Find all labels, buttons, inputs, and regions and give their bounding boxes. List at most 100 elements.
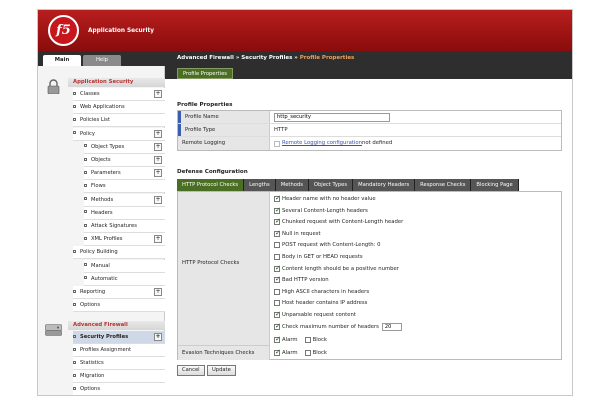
- bullet-icon: [73, 104, 76, 108]
- checks-alarm-block-row: Alarm Block: [274, 335, 327, 345]
- section-title-defense: Defense Configuration: [177, 169, 248, 175]
- protocol-check-label: Unparsable request content: [282, 312, 356, 318]
- breadcrumb-firewall[interactable]: Advanced Firewall: [177, 55, 234, 61]
- expand-icon[interactable]: +: [154, 169, 162, 178]
- protocol-check-checkbox[interactable]: [274, 275, 281, 284]
- tab-object-types[interactable]: Object Types: [308, 179, 354, 191]
- tab-main[interactable]: Main: [43, 55, 81, 66]
- sidebar-item-parameters[interactable]: Parameters +: [84, 167, 165, 181]
- protocol-check-checkbox[interactable]: [274, 217, 281, 226]
- tab-blocking-page[interactable]: Blocking Page: [471, 179, 519, 191]
- sidebar-item-fw-options[interactable]: Options: [73, 383, 165, 395]
- evasion-alarm-checkbox[interactable]: [274, 348, 281, 356]
- nav-label: Policies List: [80, 117, 110, 124]
- sidebar-item-policy-building[interactable]: Policy Building: [73, 246, 165, 260]
- tab-lengths[interactable]: Lengths: [244, 179, 276, 191]
- protocol-check-row: Host header contains IP address: [274, 298, 367, 308]
- expand-icon[interactable]: +: [154, 288, 162, 296]
- alarm-label: Alarm: [282, 350, 298, 356]
- expand-icon[interactable]: +: [154, 90, 162, 98]
- group-title-adv-firewall: Advanced Firewall: [68, 321, 165, 330]
- alarm-label: Alarm: [282, 337, 298, 343]
- expand-icon[interactable]: +: [154, 195, 162, 204]
- protocol-check-row: Bad HTTP version: [274, 275, 329, 285]
- protocol-check-checkbox[interactable]: [274, 300, 280, 307]
- lock-icon: [47, 79, 60, 94]
- sidebar-item-web-applications[interactable]: Web Applications: [73, 101, 165, 115]
- tab-mandatory-headers[interactable]: Mandatory Headers: [353, 179, 416, 191]
- bullet-icon: [73, 289, 76, 293]
- sidebar-item-fw-statistics[interactable]: Statistics: [73, 357, 165, 370]
- protocol-check-checkbox[interactable]: [274, 206, 281, 214]
- sidebar-item-headers[interactable]: Headers: [84, 206, 165, 220]
- sidebar-item-options[interactable]: Options: [73, 299, 165, 313]
- nav-label: Reporting: [80, 289, 106, 295]
- tab-profile-properties[interactable]: Profile Properties: [177, 68, 233, 79]
- protocol-check-row: Several Content-Length headers: [274, 206, 368, 216]
- max-headers-input[interactable]: [381, 322, 402, 331]
- protocol-check-checkbox[interactable]: [274, 310, 281, 318]
- protocol-check-checkbox[interactable]: [274, 288, 280, 295]
- http-protocol-checks-label: HTTP Protocol Checks: [178, 192, 270, 334]
- protocol-check-row: Null in request: [274, 229, 321, 239]
- protocol-check-label: Content length should be a positive numb…: [282, 265, 399, 272]
- remote-logging-link[interactable]: Remote Logging configuration: [282, 137, 362, 150]
- protocol-check-checkbox[interactable]: [274, 242, 280, 249]
- evasion-block-checkbox[interactable]: [304, 350, 311, 356]
- sidebar-item-xml-profiles[interactable]: XML Profiles +: [84, 233, 165, 247]
- remote-logging-status: not defined: [361, 140, 393, 146]
- nav-label: Policy: [80, 130, 95, 137]
- block-label: Block: [312, 337, 327, 343]
- tab-response-checks[interactable]: Response Checks: [415, 179, 472, 191]
- sidebar-item-objects[interactable]: Objects +: [84, 154, 165, 167]
- nav-label: Objects: [91, 157, 111, 163]
- sidebar-item-methods[interactable]: Methods +: [84, 193, 165, 207]
- protocol-check-label: Host header contains IP address: [282, 300, 368, 307]
- protocol-check-checkbox[interactable]: [274, 194, 281, 202]
- tab-methods[interactable]: Methods: [275, 179, 309, 191]
- tab-help[interactable]: Help: [83, 55, 121, 66]
- update-button[interactable]: Update: [207, 365, 236, 376]
- protocol-check-label: Header name with no header value: [282, 196, 376, 202]
- breadcrumb-current: Profile Properties: [299, 55, 355, 61]
- nav-label: Security Profiles: [80, 334, 129, 340]
- checks-block-checkbox[interactable]: [304, 337, 311, 343]
- tab-http-protocol-checks[interactable]: HTTP Protocol Checks: [177, 179, 245, 191]
- expand-icon[interactable]: +: [154, 142, 162, 151]
- protocol-check-label: Chunked request with Content-Length head…: [282, 219, 404, 226]
- checks-alarm-checkbox[interactable]: [274, 335, 281, 343]
- profile-name-input[interactable]: [274, 112, 390, 122]
- sidebar-item-attack-signatures[interactable]: Attack Signatures: [84, 220, 165, 233]
- sidebar-item-fw-profiles-assignment[interactable]: Profiles Assignment: [73, 344, 165, 357]
- protocol-check-checkbox[interactable]: [274, 264, 281, 272]
- bullet-icon: [84, 263, 87, 267]
- bullet-icon: [84, 144, 87, 148]
- sidebar-item-object-types[interactable]: Object Types +: [84, 140, 165, 154]
- cancel-button[interactable]: Cancel: [177, 365, 205, 376]
- sidebar-item-fw-migration[interactable]: Migration: [73, 370, 165, 383]
- bullet-icon: [73, 131, 76, 135]
- remote-logging-checkbox[interactable]: [274, 140, 280, 147]
- sidebar-item-fw-security-profiles[interactable]: Security Profiles +: [73, 331, 165, 344]
- bullet-icon: [84, 223, 87, 227]
- sidebar-item-policies-list[interactable]: Policies List: [73, 114, 165, 128]
- sidebar-item-policy[interactable]: Policy +: [73, 127, 165, 141]
- protocol-check-checkbox[interactable]: [274, 254, 280, 260]
- expand-icon[interactable]: +: [154, 129, 162, 138]
- breadcrumb-profiles[interactable]: Security Profiles: [241, 55, 292, 61]
- expand-icon[interactable]: +: [154, 156, 162, 164]
- sidebar-item-flows[interactable]: Flows: [84, 180, 165, 194]
- protocol-check-label: POST request with Content-Length: 0: [282, 242, 381, 249]
- profile-type-label: Profile Type: [178, 124, 270, 136]
- protocol-check-row: Check maximum number of headers: [274, 322, 402, 332]
- expand-icon[interactable]: +: [154, 235, 162, 244]
- protocol-check-checkbox[interactable]: [274, 229, 281, 237]
- sidebar-item-classes[interactable]: Classes +: [73, 88, 165, 101]
- expand-icon[interactable]: +: [154, 333, 162, 341]
- sidebar-item-manual[interactable]: Manual: [84, 259, 165, 273]
- sidebar-item-automatic[interactable]: Automatic: [84, 272, 165, 286]
- sidebar-item-reporting[interactable]: Reporting +: [73, 286, 165, 299]
- nav-label: Options: [80, 386, 101, 392]
- protocol-check-checkbox[interactable]: [274, 322, 281, 330]
- nav-label: Classes: [80, 91, 100, 97]
